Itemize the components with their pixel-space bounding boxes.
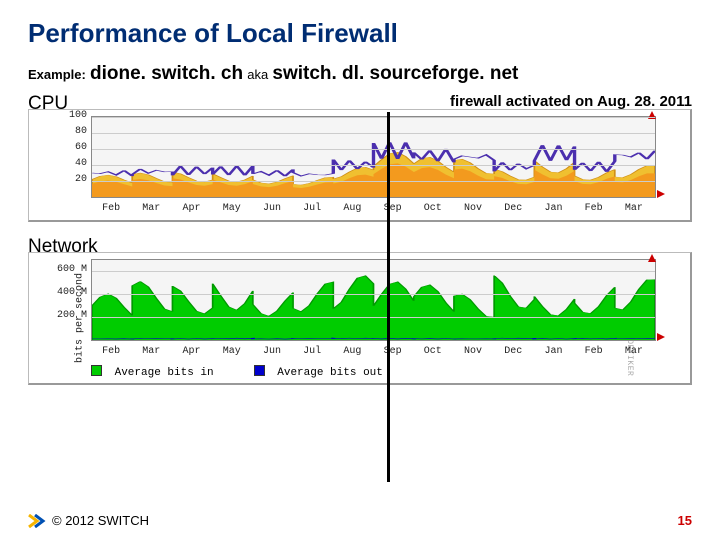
xtick: Feb xyxy=(102,204,120,214)
xtick: Apr xyxy=(183,204,201,214)
ytick: 100 xyxy=(29,111,87,121)
ytick: 40 xyxy=(29,159,87,169)
xtick: Mar xyxy=(625,204,643,214)
copyright-text: © 2012 SWITCH xyxy=(52,513,149,528)
slide-footer: © 2012 SWITCH 15 xyxy=(28,513,692,528)
ytick: 60 xyxy=(29,143,87,153)
ytick: 20 xyxy=(29,175,87,185)
chevron-logo-icon xyxy=(28,514,46,528)
network-chart: bits per second RRDTOOL / TOBI OETIKER 2… xyxy=(28,252,692,385)
cpu-chart: 20406080100FebMarAprMayJunJulAugSepOctNo… xyxy=(28,109,692,222)
xtick: Feb xyxy=(585,347,603,357)
ytick: 200 M xyxy=(29,311,87,321)
page-title: Performance of Local Firewall xyxy=(28,18,692,49)
network-legend: Average bits in Average bits out xyxy=(29,363,690,383)
axis-arrow-right-icon xyxy=(657,190,665,198)
legend-item-in: Average bits in xyxy=(91,365,214,379)
xtick: Jul xyxy=(303,347,321,357)
xtick: May xyxy=(223,347,241,357)
xtick: Dec xyxy=(504,347,522,357)
xtick: Mar xyxy=(142,204,160,214)
xtick: Nov xyxy=(464,347,482,357)
axis-arrow-right-icon xyxy=(657,333,665,341)
xtick: Jun xyxy=(263,204,281,214)
xtick: Mar xyxy=(142,347,160,357)
xtick: Jan xyxy=(544,204,562,214)
xtick: Oct xyxy=(424,347,442,357)
legend-label-out: Average bits out xyxy=(277,367,383,379)
host-alias: switch. dl. sourceforge. net xyxy=(272,63,518,84)
page-number: 15 xyxy=(678,513,692,528)
legend-item-out: Average bits out xyxy=(254,365,383,379)
xtick: Jan xyxy=(544,347,562,357)
xtick: Nov xyxy=(464,204,482,214)
xtick: Mar xyxy=(625,347,643,357)
legend-swatch-in xyxy=(91,365,102,376)
xtick: Apr xyxy=(183,347,201,357)
xtick: Feb xyxy=(585,204,603,214)
firewall-note: firewall activated on Aug. 28. 2011 xyxy=(450,93,692,110)
xtick: Jul xyxy=(303,204,321,214)
hostname: dione. switch. ch xyxy=(90,63,243,84)
axis-arrow-up-icon xyxy=(648,254,656,262)
xtick: Feb xyxy=(102,347,120,357)
legend-swatch-out xyxy=(254,365,265,376)
xtick: Jun xyxy=(263,347,281,357)
firewall-event-divider xyxy=(387,112,390,482)
xtick: Aug xyxy=(343,347,361,357)
legend-label-in: Average bits in xyxy=(115,367,214,379)
example-label: Example: xyxy=(28,67,86,82)
xtick: Oct xyxy=(424,204,442,214)
xtick: Aug xyxy=(343,204,361,214)
xtick: May xyxy=(223,204,241,214)
example-line: Example: dione. switch. ch aka switch. d… xyxy=(28,63,692,85)
footer-logo: © 2012 SWITCH xyxy=(28,513,149,528)
ytick: 600 M xyxy=(29,265,87,275)
ytick: 80 xyxy=(29,127,87,137)
xtick: Dec xyxy=(504,204,522,214)
aka-label: aka xyxy=(247,67,268,82)
ytick: 400 M xyxy=(29,288,87,298)
